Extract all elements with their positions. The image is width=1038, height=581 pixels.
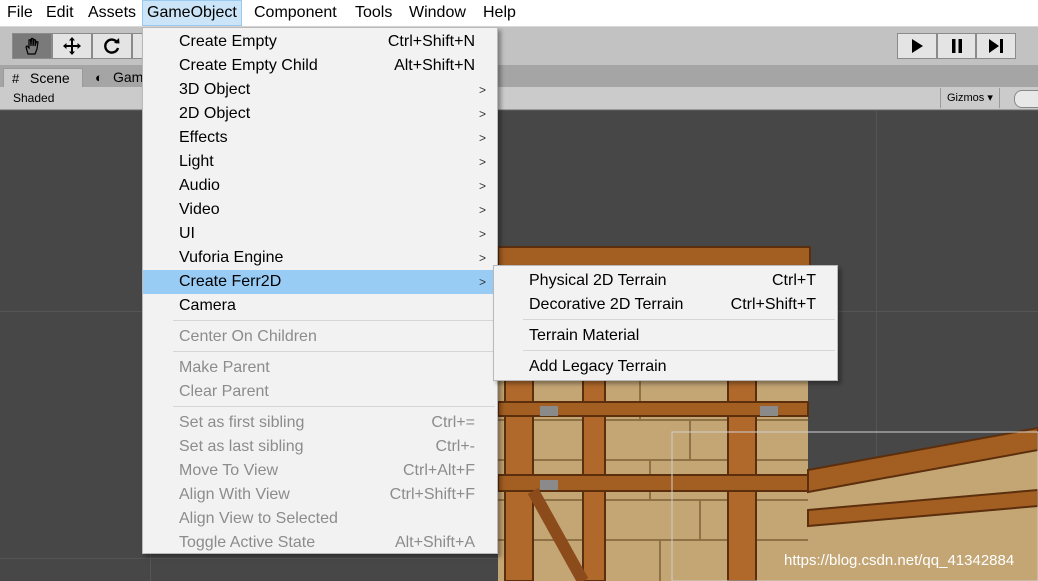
play-button[interactable] — [897, 33, 937, 59]
menu-item-create-empty[interactable]: Create Empty Ctrl+Shift+N — [143, 30, 497, 54]
menu-item-move-to-view[interactable]: Move To View Ctrl+Alt+F — [143, 459, 497, 483]
chevron-right-icon: > — [478, 179, 486, 193]
chevron-right-icon: > — [478, 275, 486, 289]
menu-item-3d-object[interactable]: 3D Object > — [143, 78, 497, 102]
menu-item-set-last-sibling[interactable]: Set as last sibling Ctrl+- — [143, 435, 497, 459]
move-tool-button[interactable] — [52, 33, 92, 59]
grid-icon: # — [12, 71, 20, 86]
gameobject-menu: Create Empty Ctrl+Shift+N Create Empty C… — [142, 27, 498, 554]
menu-tools[interactable]: Tools — [351, 0, 396, 26]
tab-scene[interactable]: # Scene — [3, 68, 83, 87]
gizmos-label: Gizmos — [947, 92, 985, 104]
ferr2d-submenu: Physical 2D Terrain Ctrl+T Decorative 2D… — [493, 265, 838, 381]
search-input[interactable] — [1014, 90, 1038, 108]
menu-assets[interactable]: Assets — [84, 0, 140, 26]
chevron-right-icon: > — [478, 131, 486, 145]
watermark-url: https://blog.csdn.net/qq_41342884 — [784, 552, 1015, 569]
menu-item-align-with-view[interactable]: Align With View Ctrl+Shift+F — [143, 483, 497, 507]
shading-mode-dropdown[interactable]: Shaded — [13, 87, 54, 109]
menu-separator — [523, 319, 835, 320]
chevron-right-icon: > — [478, 227, 486, 241]
hand-tool-button[interactable] — [12, 33, 52, 59]
menu-item-video[interactable]: Video > — [143, 198, 497, 222]
menu-item-make-parent[interactable]: Make Parent — [143, 356, 497, 380]
menu-component[interactable]: Component — [250, 0, 341, 26]
menu-item-clear-parent[interactable]: Clear Parent — [143, 380, 497, 404]
chevron-right-icon: > — [478, 203, 486, 217]
menu-file[interactable]: File — [3, 0, 37, 26]
menu-item-effects[interactable]: Effects > — [143, 126, 497, 150]
menu-item-center-on-children[interactable]: Center On Children — [143, 325, 497, 349]
menu-item-align-view-to-selected[interactable]: Align View to Selected — [143, 507, 497, 531]
menu-item-vuforia-engine[interactable]: Vuforia Engine > — [143, 246, 497, 270]
menu-item-create-empty-child[interactable]: Create Empty Child Alt+Shift+N — [143, 54, 497, 78]
move-icon — [63, 37, 81, 55]
menu-help[interactable]: Help — [479, 0, 520, 26]
rotate-tool-button[interactable] — [92, 33, 132, 59]
step-icon — [989, 39, 1004, 53]
menu-window[interactable]: Window — [405, 0, 470, 26]
pause-icon — [951, 39, 962, 53]
rotate-icon — [104, 38, 120, 54]
menu-item-toggle-active-state[interactable]: Toggle Active State Alt+Shift+A — [143, 531, 497, 555]
menu-separator — [173, 406, 495, 407]
step-button[interactable] — [976, 33, 1017, 59]
chevron-right-icon: > — [478, 107, 486, 121]
submenu-item-decorative-2d-terrain[interactable]: Decorative 2D Terrain Ctrl+Shift+T — [494, 293, 837, 317]
menu-separator — [173, 320, 495, 321]
menu-item-2d-object[interactable]: 2D Object > — [143, 102, 497, 126]
submenu-item-terrain-material[interactable]: Terrain Material — [494, 324, 837, 348]
submenu-item-add-legacy-terrain[interactable]: Add Legacy Terrain — [494, 355, 837, 379]
submenu-item-physical-2d-terrain[interactable]: Physical 2D Terrain Ctrl+T — [494, 269, 837, 293]
menu-gameobject[interactable]: GameObject — [142, 0, 242, 26]
menu-item-ui[interactable]: UI > — [143, 222, 497, 246]
menu-item-set-first-sibling[interactable]: Set as first sibling Ctrl+= — [143, 411, 497, 435]
gizmos-dropdown[interactable]: Gizmos ▾ — [940, 88, 1000, 108]
chevron-right-icon: > — [478, 251, 486, 265]
menu-item-light[interactable]: Light > — [143, 150, 497, 174]
hand-icon — [25, 37, 39, 55]
menu-separator — [523, 350, 835, 351]
menu-separator — [173, 351, 495, 352]
play-controls — [897, 33, 1017, 59]
chevron-right-icon: > — [478, 155, 486, 169]
game-controller-icon: ◐ — [95, 70, 103, 85]
menu-item-audio[interactable]: Audio > — [143, 174, 497, 198]
play-icon — [911, 39, 923, 53]
menu-item-create-ferr2d[interactable]: Create Ferr2D > — [143, 270, 497, 294]
tab-game[interactable]: ◐ Game — [87, 68, 151, 87]
menu-edit[interactable]: Edit — [42, 0, 78, 26]
chevron-down-icon: ▾ — [987, 92, 993, 104]
tab-scene-label: Scene — [30, 70, 70, 86]
menu-item-camera[interactable]: Camera — [143, 294, 497, 318]
chevron-right-icon: > — [478, 83, 486, 97]
pause-button[interactable] — [936, 33, 977, 59]
menu-bar: File Edit Assets GameObject Component To… — [0, 0, 1038, 27]
